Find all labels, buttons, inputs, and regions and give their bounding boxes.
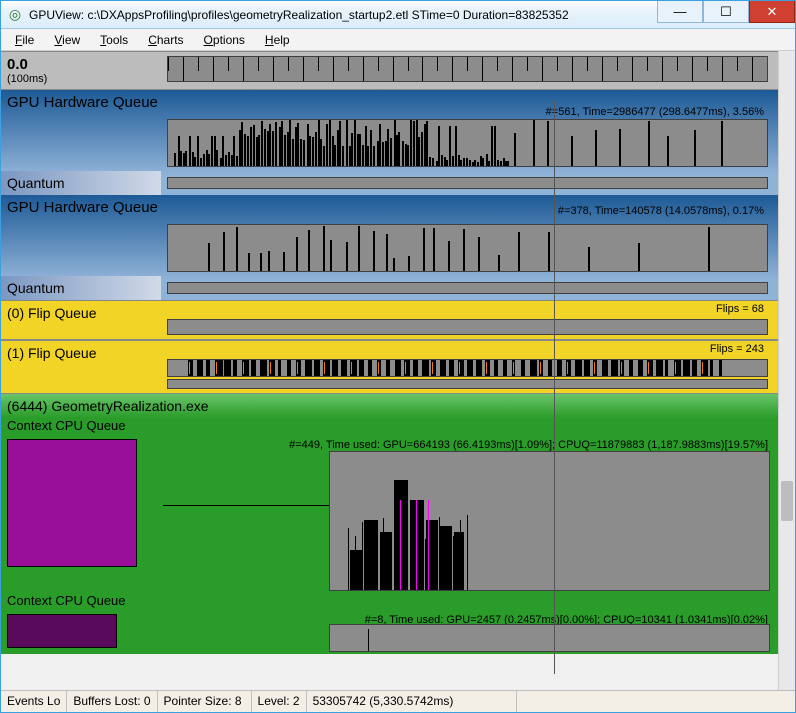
cpu1-track[interactable] xyxy=(329,451,770,591)
maximize-button[interactable]: ☐ xyxy=(703,1,749,23)
ruler-body[interactable] xyxy=(161,52,778,89)
gpu2-stats: #=378, Time=140578 (14.0578ms), 0.17% xyxy=(558,205,764,217)
gpu2-title: GPU Hardware Queue xyxy=(1,195,164,220)
status-pointer: Pointer Size: 8 xyxy=(158,691,252,712)
menu-help[interactable]: Help xyxy=(257,31,298,49)
menu-view[interactable]: View xyxy=(46,31,88,49)
status-spacer xyxy=(517,691,795,712)
ruler-label: 0.0 (100ms) xyxy=(1,52,161,89)
close-button[interactable]: ✕ xyxy=(749,1,795,23)
flip0-track[interactable] xyxy=(167,319,768,335)
workarea: 0.0 (100ms) GPU Hardware Queue xyxy=(1,51,795,690)
menubar: File View Tools Charts Options Help xyxy=(1,29,795,51)
gpu-hw-queue-1: GPU Hardware Queue #=561, Time=2986477 (… xyxy=(1,90,778,195)
gpu1-title: GPU Hardware Queue xyxy=(1,90,164,115)
flip1-under-track[interactable] xyxy=(167,379,768,389)
cpu-queue-2-label: Context CPU Queue xyxy=(1,593,778,608)
process-header: (6444) GeometryRealization.exe xyxy=(1,394,778,418)
menu-file[interactable]: File xyxy=(7,31,42,49)
flip-queue-1: (1) Flip Queue Flips = 243 xyxy=(1,340,778,394)
flip1-stats: Flips = 243 xyxy=(710,343,764,355)
time-cursor[interactable] xyxy=(554,101,555,674)
status-level: Level: 2 xyxy=(252,691,307,712)
vertical-scrollbar[interactable] xyxy=(778,51,795,690)
gpu1-quantum-label: Quantum xyxy=(1,171,161,195)
lanes[interactable]: 0.0 (100ms) GPU Hardware Queue xyxy=(1,51,778,690)
process-section: (6444) GeometryRealization.exe Context C… xyxy=(1,394,778,654)
gpu1-track[interactable] xyxy=(167,119,768,167)
status-buffers: Buffers Lost: 0 xyxy=(67,691,157,712)
flip-queue-0: (0) Flip Queue Flips = 68 xyxy=(1,300,778,340)
ruler-ticks xyxy=(168,57,767,81)
cpu1-color-swatch xyxy=(7,439,137,567)
window-buttons: — ☐ ✕ xyxy=(657,1,795,23)
gpu1-quantum-track[interactable] xyxy=(167,177,768,189)
cpu-queue-1-label: Context CPU Queue xyxy=(1,418,778,433)
flip1-track[interactable] xyxy=(167,359,768,377)
flip1-title: (1) Flip Queue xyxy=(1,341,161,393)
cpu2-color-swatch xyxy=(7,614,117,648)
menu-tools[interactable]: Tools xyxy=(92,31,136,49)
ruler-unit: (100ms) xyxy=(7,73,155,85)
minimize-button[interactable]: — xyxy=(657,1,703,23)
statusbar: Events Lo Buffers Lost: 0 Pointer Size: … xyxy=(1,690,795,712)
flip0-stats: Flips = 68 xyxy=(716,303,764,315)
menu-charts[interactable]: Charts xyxy=(140,31,191,49)
gpu-hw-queue-2: GPU Hardware Queue #=378, Time=140578 (1… xyxy=(1,195,778,300)
ruler-value: 0.0 xyxy=(7,56,155,73)
status-time: 53305742 (5,330.5742ms) xyxy=(307,691,517,712)
flip0-title: (0) Flip Queue xyxy=(1,301,161,339)
gpu2-quantum-label: Quantum xyxy=(1,276,161,300)
app-icon: ◎ xyxy=(7,7,23,23)
gpu2-quantum-track[interactable] xyxy=(167,282,768,294)
scrollbar-thumb[interactable] xyxy=(781,481,793,521)
ruler-track[interactable] xyxy=(167,56,768,82)
menu-options[interactable]: Options xyxy=(196,31,253,49)
titlebar: ◎ GPUView: c:\DXAppsProfiling\profiles\g… xyxy=(1,1,795,29)
status-events: Events Lo xyxy=(1,691,67,712)
ruler-row: 0.0 (100ms) xyxy=(1,51,778,90)
cpu2-track[interactable] xyxy=(329,624,770,652)
cpu2-spike xyxy=(368,629,369,651)
gpu2-track[interactable] xyxy=(167,224,768,272)
